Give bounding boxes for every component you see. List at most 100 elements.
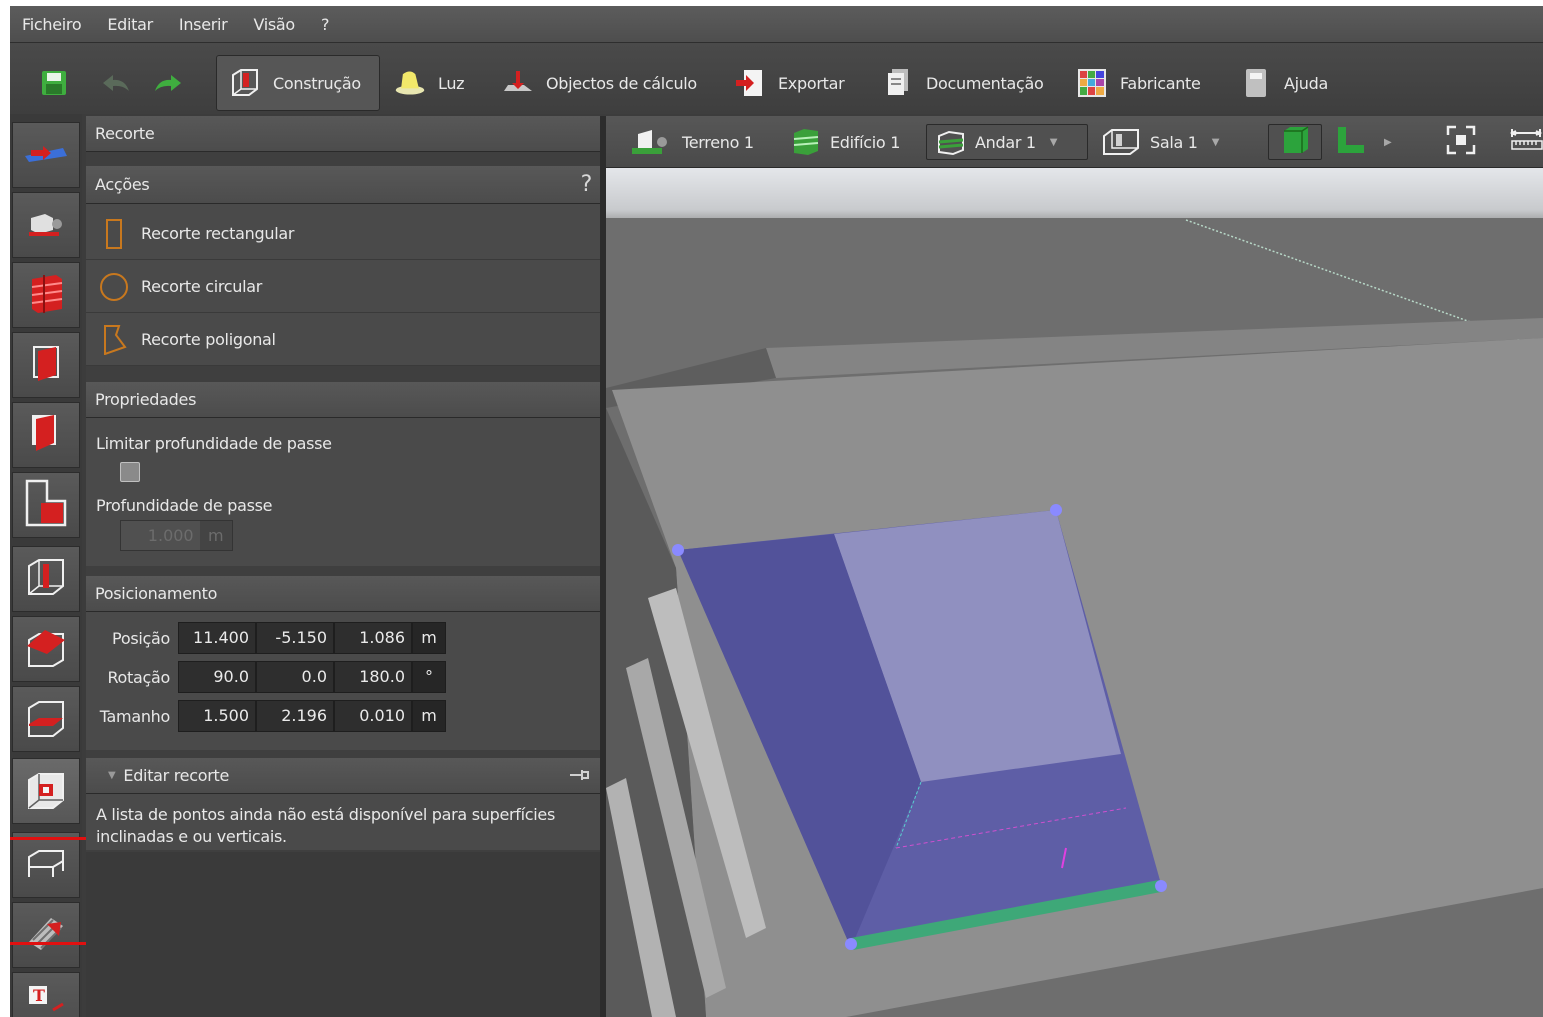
manufacturer-icon	[1076, 67, 1108, 99]
tool-roof-button[interactable]	[12, 616, 80, 682]
menu-visao[interactable]: Visão	[253, 15, 295, 34]
plan-view-button[interactable]: ▶	[1334, 124, 1392, 160]
menu-ficheiro[interactable]: Ficheiro	[22, 15, 82, 34]
ceiling-icon	[25, 845, 67, 885]
room-selector[interactable]: Sala 1 ▼	[1100, 124, 1219, 160]
circle-cutout-icon	[99, 272, 129, 302]
building-selector[interactable]: Edifício 1	[790, 124, 900, 160]
position-row: Posição 11.400 -5.150 1.086 m	[86, 622, 446, 654]
action-recorte-rectangular[interactable]: Recorte rectangular	[86, 207, 600, 260]
pin-icon[interactable]	[568, 767, 590, 787]
tab-fabricante-label: Fabricante	[1120, 73, 1201, 93]
terrain-selector[interactable]: Terreno 1	[630, 124, 754, 160]
room-dropdown-icon: ▼	[1211, 136, 1220, 148]
undo-icon	[100, 67, 132, 99]
tool-terrain-button[interactable]	[12, 192, 80, 258]
undo-button[interactable]	[100, 55, 144, 111]
properties-header: Propriedades	[86, 382, 600, 418]
cutout-handle-bottom-right[interactable]	[1155, 880, 1167, 892]
tab-objectos-label: Objectos de cálculo	[546, 73, 697, 93]
positioning-header: Posicionamento	[86, 576, 600, 612]
tab-construcao-label: Construção	[273, 73, 361, 93]
limit-depth-checkbox[interactable]	[120, 462, 140, 482]
save-button[interactable]	[38, 55, 82, 111]
tool-room-element-button[interactable]	[12, 402, 80, 468]
tool-floor-plan-button[interactable]	[12, 472, 80, 538]
measure-button[interactable]	[1509, 124, 1543, 160]
floor-selector[interactable]: Andar 1 ▼	[926, 124, 1088, 160]
3d-scene[interactable]	[606, 168, 1543, 1017]
depth-unit: m	[199, 521, 232, 550]
tab-exportar[interactable]: Exportar	[734, 55, 845, 111]
3d-cube-icon	[1280, 125, 1310, 159]
position-z-input[interactable]: 1.086	[334, 622, 412, 654]
tab-ajuda[interactable]: Ajuda	[1240, 55, 1328, 111]
rotation-label: Rotação	[107, 667, 170, 687]
depth-input[interactable]: 1.000 m	[120, 520, 233, 551]
actions-header[interactable]: Acções ?	[86, 166, 600, 204]
action-recorte-poligonal[interactable]: Recorte poligonal	[86, 313, 600, 366]
help-button[interactable]: ?	[581, 172, 593, 197]
position-y-input[interactable]: -5.150	[256, 622, 334, 654]
terrain-icon	[630, 128, 674, 156]
tool-select-button[interactable]	[12, 122, 80, 188]
3d-view-button[interactable]	[1268, 124, 1322, 160]
terrain-object-icon	[27, 208, 65, 242]
size-x-input[interactable]: 1.500	[178, 700, 256, 732]
floor-plan-icon	[23, 477, 69, 533]
light-icon	[394, 67, 426, 99]
tab-construcao[interactable]: Construção	[216, 55, 380, 111]
menu-bar: Ficheiro Editar Inserir Visão ?	[10, 6, 1543, 42]
room-element-icon	[26, 411, 66, 459]
menu-inserir[interactable]: Inserir	[179, 15, 228, 34]
rotation-row: Rotação 90.0 0.0 180.0 °	[86, 661, 446, 693]
menu-editar[interactable]: Editar	[107, 15, 153, 34]
text-icon: T	[25, 982, 67, 1017]
tab-documentacao[interactable]: Documentação	[882, 55, 1044, 111]
tool-cutout-button[interactable]	[12, 758, 80, 824]
building-selector-icon	[790, 127, 822, 157]
tab-luz[interactable]: Luz	[394, 55, 465, 111]
rotation-y-input[interactable]: 0.0	[256, 661, 334, 693]
tool-slab-button[interactable]	[12, 686, 80, 752]
positioning-header-text: Posicionamento	[95, 584, 218, 603]
size-z-input[interactable]: 0.010	[334, 700, 412, 732]
rotation-z-input[interactable]: 180.0	[334, 661, 412, 693]
main-toolbar: Construção Luz Objectos de cálculo Expor…	[10, 42, 1543, 114]
stairs-icon	[25, 912, 67, 958]
action-poligonal-label: Recorte poligonal	[141, 329, 276, 349]
size-row: Tamanho 1.500 2.196 0.010 m	[86, 700, 446, 732]
tool-wall-button[interactable]	[12, 332, 80, 398]
svg-text:T: T	[33, 986, 45, 1005]
menu-help[interactable]: ?	[321, 15, 330, 34]
tool-stairs-button[interactable]	[12, 902, 80, 968]
slab-icon	[25, 696, 67, 742]
cutout-handle-bottom-left[interactable]	[845, 938, 857, 950]
floor-selector-icon	[935, 128, 967, 156]
rotation-x-input[interactable]: 90.0	[178, 661, 256, 693]
collapse-arrow-icon: ▼	[108, 770, 116, 781]
tab-objectos-calculo[interactable]: Objectos de cálculo	[502, 55, 697, 111]
cutout-handle-top-left[interactable]	[672, 544, 684, 556]
size-y-input[interactable]: 2.196	[256, 700, 334, 732]
fit-to-screen-icon	[1446, 125, 1476, 159]
tool-column-button[interactable]	[12, 546, 80, 612]
tab-fabricante[interactable]: Fabricante	[1076, 55, 1201, 111]
tool-ceiling-button[interactable]	[12, 832, 80, 898]
tool-text-button[interactable]: T	[12, 972, 80, 1017]
cutout-handle-top-right[interactable]	[1050, 504, 1062, 516]
redo-button[interactable]	[152, 55, 196, 111]
tab-ajuda-label: Ajuda	[1284, 73, 1328, 93]
column-icon	[25, 556, 67, 602]
3d-viewport[interactable]	[606, 168, 1543, 1017]
fit-view-button[interactable]	[1446, 124, 1476, 160]
building-label: Edifício 1	[830, 132, 901, 152]
position-x-input[interactable]: 11.400	[178, 622, 256, 654]
panel-empty-area	[86, 852, 600, 1017]
action-recorte-circular[interactable]: Recorte circular	[86, 260, 600, 313]
edit-cutout-header[interactable]: ▼ Editar recorte	[86, 758, 600, 794]
left-tool-column: T	[10, 114, 100, 1017]
tool-building-button[interactable]	[12, 262, 80, 328]
depth-value: 1.000	[121, 521, 200, 550]
construction-icon	[229, 67, 261, 99]
